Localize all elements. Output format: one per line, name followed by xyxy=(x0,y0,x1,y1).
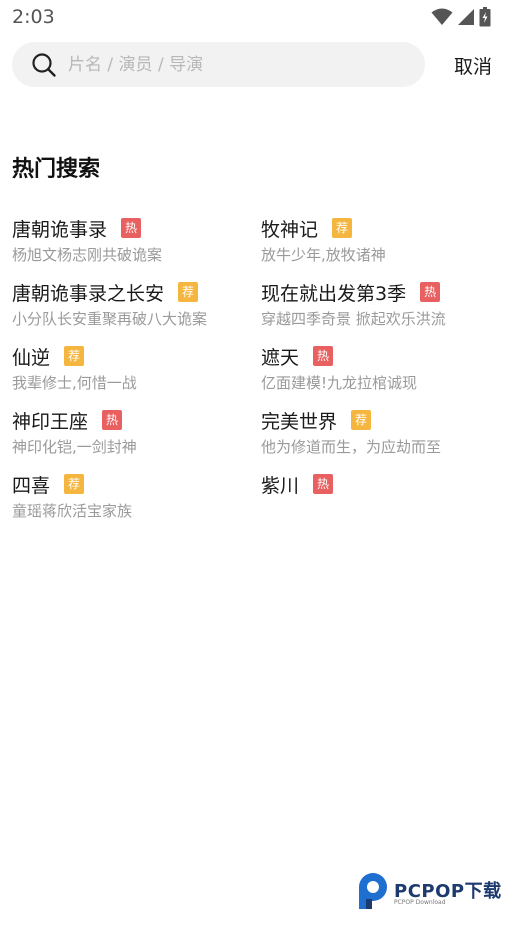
item-subtitle: 穿越四季奇景 掀起欢乐洪流 xyxy=(261,310,446,328)
hot-search-item-7[interactable]: 神印王座 热 神印化铠,一剑封神 xyxy=(12,407,252,463)
hot-search-item-9[interactable]: 四喜 荐 童瑶蒋欣活宝家族 xyxy=(12,471,252,527)
status-icons xyxy=(431,7,491,27)
item-subtitle: 杨旭文杨志刚共破诡案 xyxy=(12,246,163,264)
item-title: 唐朝诡事录之长安 xyxy=(12,282,165,305)
hot-search-item-2[interactable]: 牧神记 荐 放牛少年,放牧诸神 xyxy=(261,215,501,271)
battery-icon xyxy=(479,7,491,27)
search-box[interactable] xyxy=(12,42,425,87)
hot-badge: 热 xyxy=(121,218,142,238)
hot-search-item-10[interactable]: 紫川 热 xyxy=(261,471,501,527)
watermark: PCPOP下载 PCPOP Download xyxy=(354,871,514,911)
item-subtitle: 神印化铠,一剑封神 xyxy=(12,438,137,456)
item-subtitle: 亿面建模!九龙拉棺诚现 xyxy=(261,374,418,392)
recommend-badge: 荐 xyxy=(351,410,372,430)
item-subtitle: 我辈修士,何惜一战 xyxy=(12,374,137,392)
search-icon xyxy=(32,53,56,77)
recommend-badge: 荐 xyxy=(178,282,199,302)
hot-search-item-5[interactable]: 仙逆 荐 我辈修士,何惜一战 xyxy=(12,343,252,399)
item-subtitle: 放牛少年,放牧诸神 xyxy=(261,246,386,264)
item-title: 仙逆 xyxy=(12,346,51,369)
section-title: 热门搜索 xyxy=(12,157,101,182)
recommend-badge: 荐 xyxy=(64,346,85,366)
item-title: 紫川 xyxy=(261,474,300,497)
item-title: 四喜 xyxy=(12,474,51,497)
hot-search-item-8[interactable]: 完美世界 荐 他为修道而生，为应劫而至 xyxy=(261,407,501,463)
hot-badge: 热 xyxy=(313,474,334,494)
status-bar: 2:03 xyxy=(0,0,521,36)
hot-badge: 热 xyxy=(313,346,334,366)
recommend-badge: 荐 xyxy=(332,218,353,238)
cancel-button[interactable]: 取消 xyxy=(454,52,492,79)
search-input[interactable] xyxy=(68,42,408,87)
wifi-icon xyxy=(431,8,453,25)
item-title: 现在就出发第3季 xyxy=(261,282,407,305)
hot-badge: 热 xyxy=(102,410,123,430)
hot-badge: 热 xyxy=(420,282,441,302)
item-subtitle: 童瑶蒋欣活宝家族 xyxy=(12,502,133,520)
hot-search-item-1[interactable]: 唐朝诡事录 热 杨旭文杨志刚共破诡案 xyxy=(12,215,252,271)
cellular-signal-icon xyxy=(458,9,474,25)
item-title: 神印王座 xyxy=(12,410,89,433)
item-title: 完美世界 xyxy=(261,410,338,433)
hot-search-item-4[interactable]: 现在就出发第3季 热 穿越四季奇景 掀起欢乐洪流 xyxy=(261,279,501,335)
item-title: 牧神记 xyxy=(261,218,319,241)
hot-search-item-6[interactable]: 遮天 热 亿面建模!九龙拉棺诚现 xyxy=(261,343,501,399)
item-subtitle: 小分队长安重聚再破八大诡案 xyxy=(12,310,208,328)
hot-search-item-3[interactable]: 唐朝诡事录之长安 荐 小分队长安重聚再破八大诡案 xyxy=(12,279,252,335)
pcpop-logo-icon xyxy=(359,873,387,909)
status-time: 2:03 xyxy=(12,6,55,28)
watermark-sub: PCPOP Download xyxy=(394,899,446,906)
item-title: 唐朝诡事录 xyxy=(12,218,108,241)
recommend-badge: 荐 xyxy=(64,474,85,494)
item-subtitle: 他为修道而生，为应劫而至 xyxy=(261,438,442,456)
item-title: 遮天 xyxy=(261,346,300,369)
search-row: 取消 xyxy=(12,42,509,87)
